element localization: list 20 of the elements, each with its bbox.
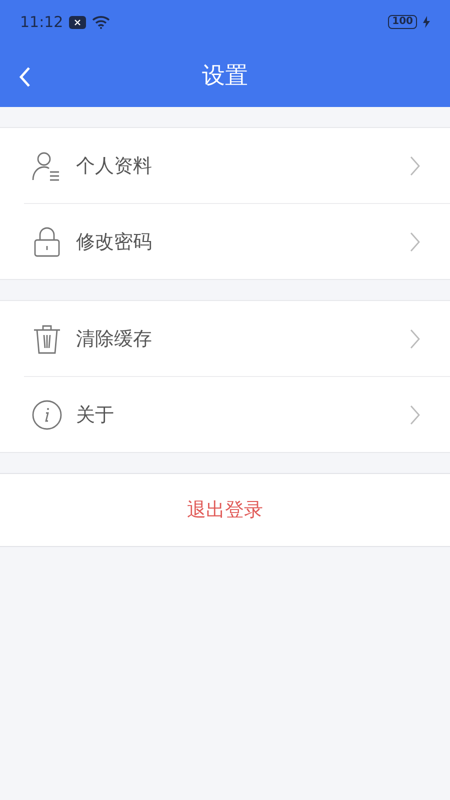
settings-item[interactable]: 修改密码 [24,203,450,279]
wifi-icon [92,15,110,29]
settings-item[interactable]: 关于 [24,376,450,452]
chevron-icon [410,404,420,424]
notification-icon [69,16,86,28]
chevron-icon [410,232,420,252]
charging-icon [423,16,430,28]
battery-level: 100 [388,15,417,29]
status-time: 11:12 [20,13,64,31]
trash-icon [33,324,61,354]
back-icon [18,66,32,88]
page-title: 设置 [202,62,248,91]
settings-item[interactable]: 清除缓存 [0,301,450,376]
settings-item[interactable]: 个人资料 [0,128,450,203]
person-icon [32,150,62,180]
lock-icon [34,226,60,256]
chevron-icon [410,328,420,348]
chevron-icon [410,156,420,176]
info-icon [32,400,62,430]
logout-button[interactable]: 退出登录 [0,473,450,547]
